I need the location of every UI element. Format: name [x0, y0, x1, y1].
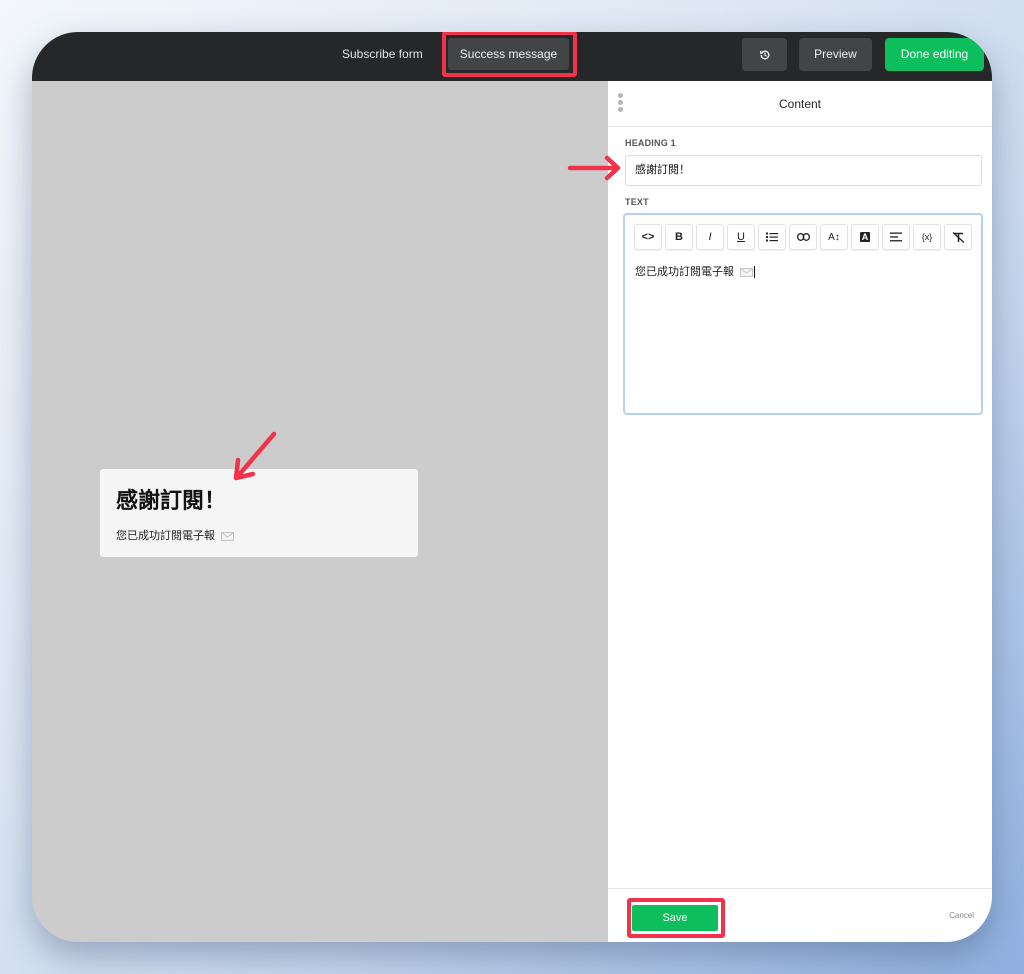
save-button[interactable]: Save [632, 905, 718, 931]
list-button[interactable] [758, 224, 786, 250]
editor-content[interactable]: 您已成功訂閱電子報 [635, 263, 756, 279]
italic-button[interactable]: I [696, 224, 724, 250]
link-icon [796, 233, 810, 241]
variable-icon: {x} [921, 232, 933, 242]
preview-button[interactable]: Preview [799, 38, 872, 71]
text-caret [754, 266, 756, 279]
text-editor[interactable]: <> B I U A↕ A {x} 您已成功訂閱電子報 [623, 213, 983, 415]
done-editing-button[interactable]: Done editing [885, 38, 984, 71]
link-button[interactable] [789, 224, 817, 250]
list-icon [766, 232, 778, 242]
align-button[interactable] [882, 224, 910, 250]
italic-icon: I [708, 231, 712, 243]
history-button[interactable] [742, 38, 787, 71]
code-icon: <> [641, 231, 655, 243]
clear-format-button[interactable] [944, 224, 972, 250]
success-heading: 感謝訂閱！ [116, 488, 227, 513]
heading-input[interactable]: 感謝訂閱！ [625, 155, 982, 186]
text-color-button[interactable]: A [851, 224, 879, 250]
font-size-icon: A↕ [828, 231, 840, 243]
content-panel: Content HEADING 1 感謝訂閱！ TEXT <> B I U A↕… [608, 81, 992, 942]
success-text-content: 您已成功訂閱電子報 [116, 530, 215, 542]
envelope-icon [740, 267, 754, 277]
variable-button[interactable]: {x} [913, 224, 941, 250]
history-icon [759, 49, 769, 59]
success-message-card[interactable]: 感謝訂閱！ 您已成功訂閱電子報 [100, 469, 418, 557]
panel-footer: Save Cancel [608, 888, 992, 942]
underline-button[interactable]: U [727, 224, 755, 250]
envelope-icon [221, 531, 235, 541]
code-button[interactable]: <> [634, 224, 662, 250]
align-icon [890, 232, 902, 242]
text-color-icon: A [859, 232, 871, 242]
bold-button[interactable]: B [665, 224, 693, 250]
text-label: TEXT [625, 197, 649, 207]
app-window: Subscribe form Success message Preview D… [32, 32, 992, 942]
top-bar: Subscribe form Success message Preview D… [32, 32, 992, 81]
panel-header: Content [608, 81, 992, 127]
preview-canvas: 感謝訂閱！ 您已成功訂閱電子報 [32, 81, 608, 942]
editor-toolbar: <> B I U A↕ A {x} [634, 224, 972, 250]
tab-subscribe-form[interactable]: Subscribe form [342, 32, 423, 77]
tab-success-message[interactable]: Success message [448, 38, 569, 70]
clear-format-icon [952, 231, 964, 243]
heading-label: HEADING 1 [625, 138, 676, 148]
panel-title: Content [778, 97, 822, 111]
font-size-button[interactable]: A↕ [820, 224, 848, 250]
success-text: 您已成功訂閱電子報 [116, 527, 418, 543]
editor-text: 您已成功訂閱電子報 [635, 266, 734, 278]
bold-icon: B [675, 231, 683, 243]
underline-icon: U [737, 231, 745, 243]
cancel-button[interactable]: Cancel [949, 911, 974, 920]
